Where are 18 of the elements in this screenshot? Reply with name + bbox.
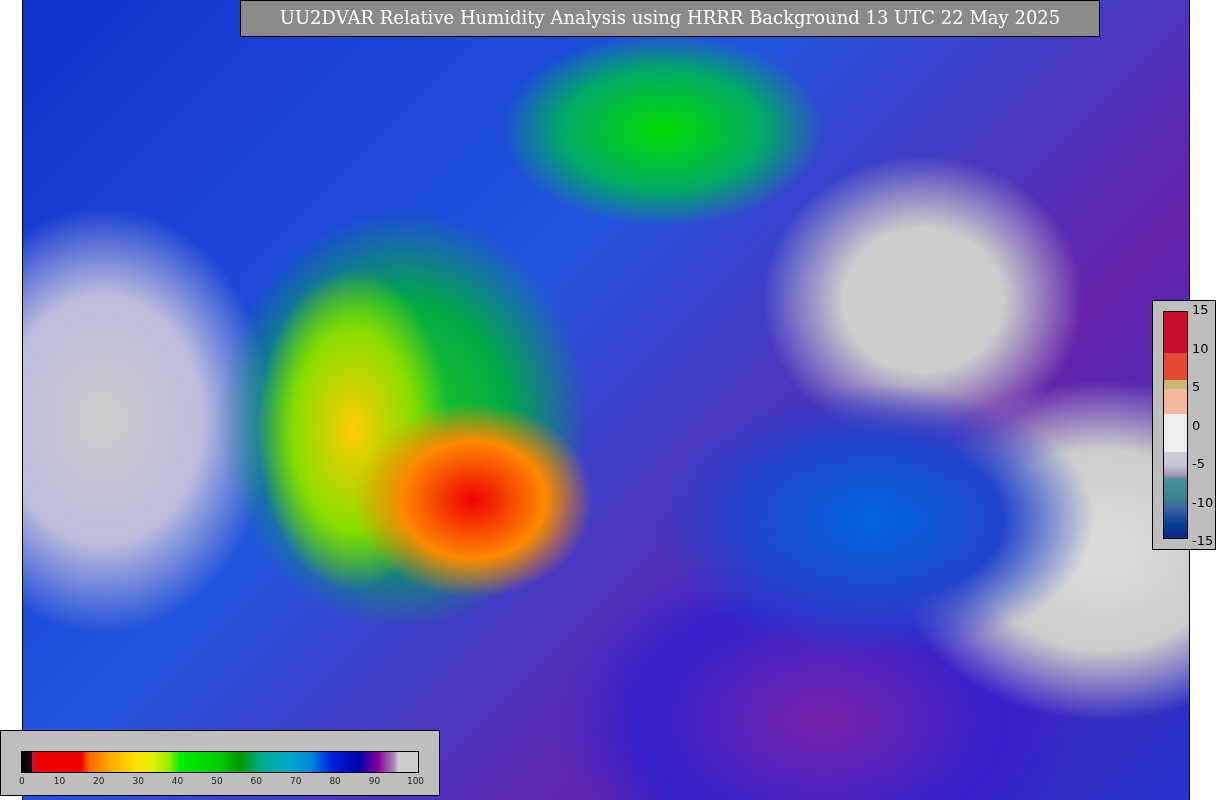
colorbar-tick-label: 70 — [289, 776, 303, 786]
colorbar-tick-label: 15 — [1192, 302, 1210, 317]
colorbar-tick-label: 80 — [328, 776, 342, 786]
colorbar-tick-label: 90 — [367, 776, 382, 786]
colorbar-tick-label: -10 — [1192, 494, 1214, 510]
colorbar-tick-label: 10 — [1192, 340, 1210, 356]
colorbar-tick-label: -5 — [1192, 456, 1206, 471]
colorbar-tick-label: 40 — [170, 776, 185, 786]
colorbar-tick-label: 20 — [92, 776, 106, 786]
colorbar-tick-label: 0 — [19, 776, 26, 786]
colorbar-tick-label: 50 — [210, 776, 224, 786]
colorbar-tick-label: 30 — [131, 776, 145, 786]
colorbar-tick-label: 5 — [1192, 379, 1202, 394]
colorbar-tick-label: 0 — [1192, 417, 1202, 433]
colorbar-tick-label: 60 — [249, 776, 264, 786]
colorbar-tick-label: -15 — [1192, 533, 1214, 548]
map-title: UU2DVAR Relative Humidity Analysis using HRRR Background 13 UTC 22 May 2025 — [240, 0, 1100, 37]
colorbar-tick-label: 10 — [52, 776, 67, 786]
